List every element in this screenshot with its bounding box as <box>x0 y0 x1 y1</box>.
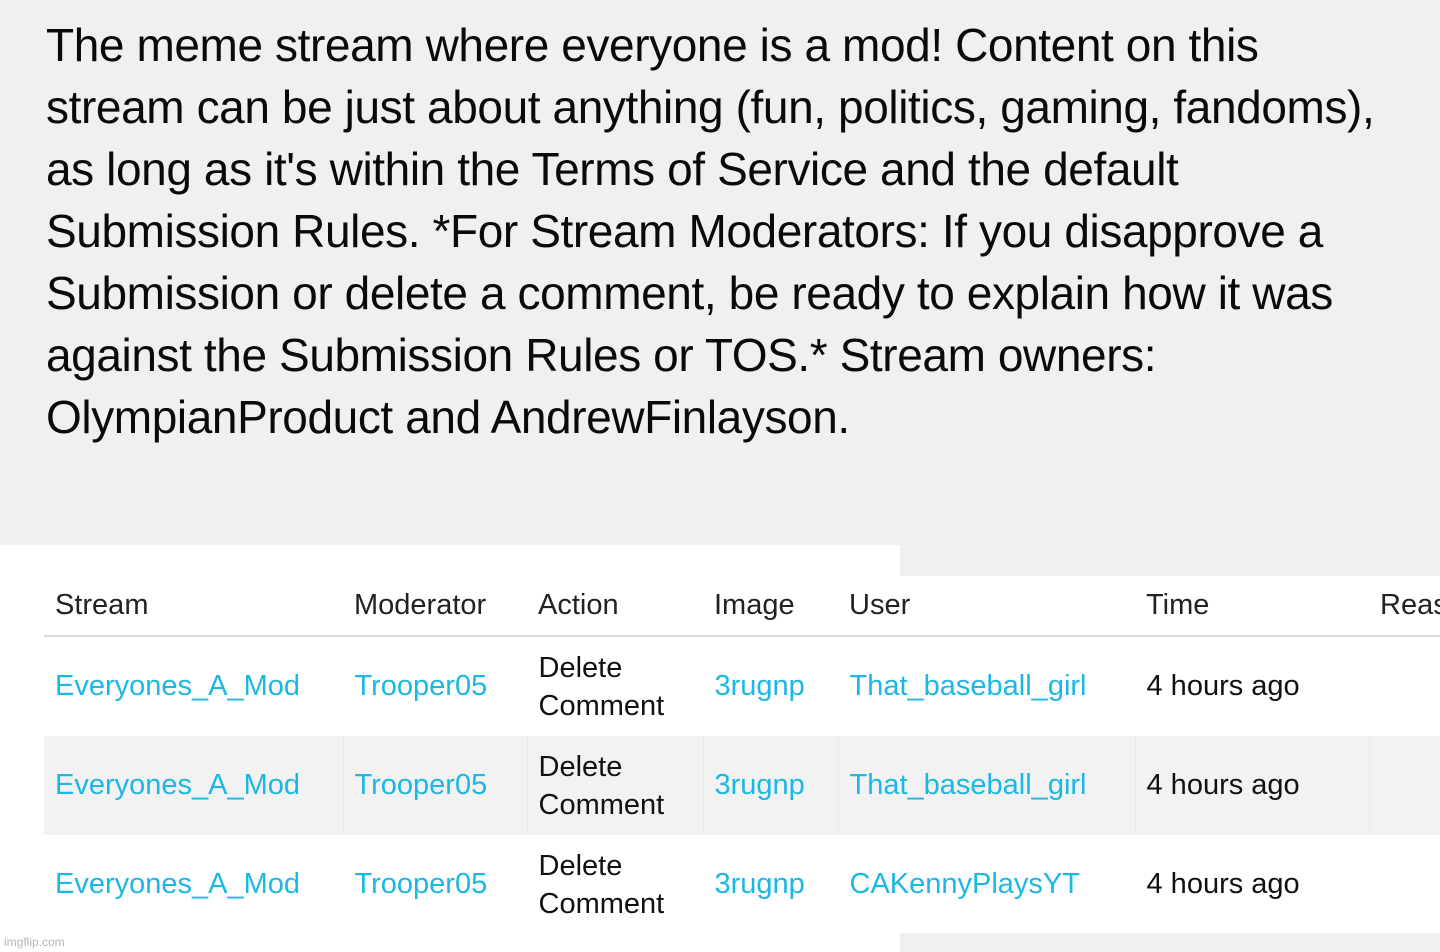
stream-link[interactable]: Everyones_A_Mod <box>55 769 300 801</box>
image-cell: 3rugnp <box>703 636 838 736</box>
moderator-link[interactable]: Trooper05 <box>355 769 488 801</box>
user-cell: CAKennyPlaysYT <box>838 835 1135 934</box>
background-gap <box>900 545 1440 576</box>
time-cell: 4 hours ago <box>1146 868 1300 900</box>
image-cell: 3rugnp <box>703 835 838 934</box>
header-time: Time <box>1135 576 1369 637</box>
header-action: Action <box>527 576 703 637</box>
reason-cell <box>1369 736 1440 835</box>
header-user: User <box>838 576 1135 637</box>
action-cell: Delete Comment <box>527 736 704 835</box>
stream-description-panel: The meme stream where everyone is a mod!… <box>0 0 1440 545</box>
stream-link[interactable]: Everyones_A_Mod <box>55 670 300 702</box>
time-cell: 4 hours ago <box>1146 670 1300 702</box>
user-link[interactable]: That_baseball_girl <box>850 670 1087 702</box>
image-link[interactable]: 3rugnp <box>715 868 805 900</box>
moderator-cell: Trooper05 <box>343 736 528 835</box>
table-row: Everyones_A_Mod Trooper05 Delete Comment… <box>44 736 1440 835</box>
user-cell: That_baseball_girl <box>838 736 1136 835</box>
moderator-cell: Trooper05 <box>343 835 527 934</box>
image-link[interactable]: 3rugnp <box>715 769 805 801</box>
header-moderator: Moderator <box>343 576 527 637</box>
stream-cell: Everyones_A_Mod <box>44 636 343 736</box>
stream-link[interactable]: Everyones_A_Mod <box>55 868 300 900</box>
mod-log-table: Stream Moderator Action Image User Time … <box>44 576 1440 934</box>
stream-description: The meme stream where everyone is a mod!… <box>46 19 1375 443</box>
user-link[interactable]: That_baseball_girl <box>850 769 1087 801</box>
user-cell: That_baseball_girl <box>838 636 1135 736</box>
action-cell: Delete Comment <box>538 849 665 920</box>
image-link[interactable]: 3rugnp <box>715 670 805 702</box>
reason-cell <box>1369 835 1440 934</box>
time-cell: 4 hours ago <box>1135 736 1370 835</box>
reason-cell <box>1369 636 1440 736</box>
mod-log-table-container: Stream Moderator Action Image User Time … <box>44 576 1440 934</box>
table-header-row: Stream Moderator Action Image User Time … <box>44 576 1440 637</box>
table-row: Everyones_A_Mod Trooper05 Delete Comment… <box>44 636 1440 736</box>
image-cell: 3rugnp <box>703 736 839 835</box>
header-image: Image <box>703 576 838 637</box>
header-stream: Stream <box>44 576 343 637</box>
stream-cell: Everyones_A_Mod <box>44 736 344 835</box>
watermark: imgflip.com <box>4 935 65 949</box>
moderator-link[interactable]: Trooper05 <box>355 670 488 702</box>
header-reason: Reason <box>1369 576 1440 637</box>
user-link[interactable]: CAKennyPlaysYT <box>850 868 1081 900</box>
table-row: Everyones_A_Mod Trooper05 Delete Comment… <box>44 835 1440 934</box>
moderator-link[interactable]: Trooper05 <box>355 868 488 900</box>
background-gap <box>900 933 1440 952</box>
moderator-cell: Trooper05 <box>343 636 527 736</box>
stream-cell: Everyones_A_Mod <box>44 835 343 934</box>
action-cell: Delete Comment <box>538 651 665 722</box>
